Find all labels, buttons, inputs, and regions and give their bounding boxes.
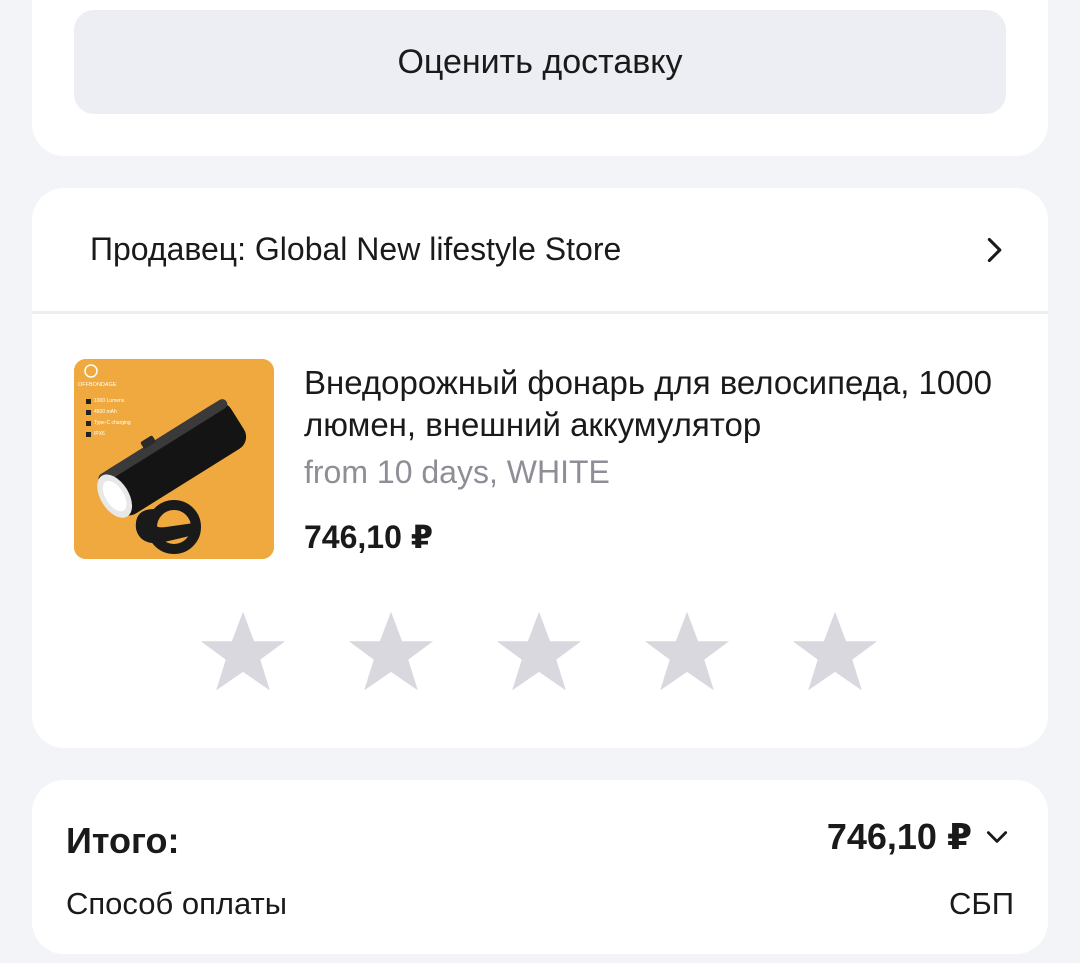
payment-method-label: Способ оплаты: [66, 886, 288, 921]
product-variant: from 10 days, WHITE: [304, 454, 610, 490]
order-item-card: Продавец: Global New lifestyle Store OFF…: [32, 188, 1048, 748]
delivery-card: Оценить доставку: [32, 0, 1048, 156]
star-icon[interactable]: [638, 606, 736, 698]
product-image[interactable]: OFFBONDAGE 1000 Lumens 4500 mAh Type-C c…: [74, 359, 274, 559]
product-title[interactable]: Внедорожный фонарь для велосипеда, 1000 …: [304, 362, 1004, 446]
rate-delivery-button[interactable]: Оценить доставку: [74, 10, 1006, 114]
rating-stars: [194, 606, 884, 706]
payment-method-value[interactable]: СБП: [949, 886, 1014, 922]
seller-label: Продавец: Global New lifestyle Store: [90, 231, 622, 267]
product-image-feature: Type-C charging: [94, 420, 131, 426]
product-image-feature: 1000 Lumens: [94, 398, 125, 404]
total-label: Итого:: [66, 820, 180, 861]
product-price: 746,10 ₽: [304, 519, 434, 555]
product-image-feature: 4500 mAh: [94, 409, 117, 415]
star-icon[interactable]: [342, 606, 440, 698]
total-value: 746,10 ₽: [826, 816, 972, 857]
order-summary-card: Итого: 746,10 ₽ Способ оплаты СБП: [32, 780, 1048, 954]
seller-row[interactable]: Продавец: Global New lifestyle Store: [32, 188, 1048, 314]
star-icon[interactable]: [786, 606, 884, 698]
chevron-right-icon: [987, 237, 1002, 262]
chevron-down-icon: [986, 831, 1008, 843]
star-icon[interactable]: [194, 606, 292, 698]
product-image-feature: IPX6: [94, 431, 105, 437]
star-icon[interactable]: [490, 606, 588, 698]
total-expand-toggle[interactable]: 746,10 ₽: [827, 816, 1010, 858]
product-image-brand: OFFBONDAGE: [78, 382, 117, 388]
